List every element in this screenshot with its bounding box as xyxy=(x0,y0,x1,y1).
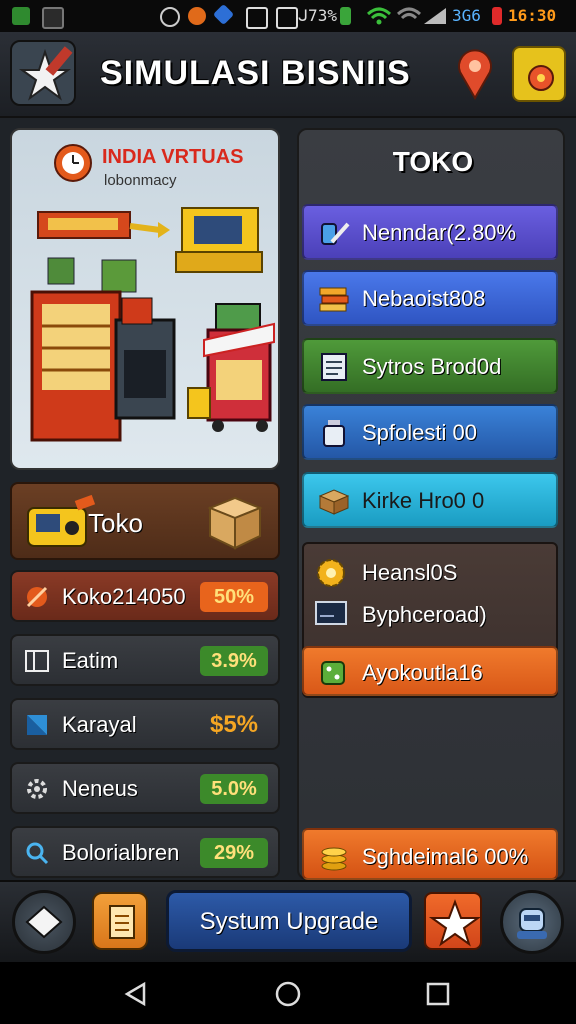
gear-icon xyxy=(27,779,47,799)
settings-button[interactable] xyxy=(512,46,566,102)
sub-item-byphceroad[interactable]: Byphceroad) xyxy=(362,602,487,628)
app-header: SIMULASI BISNIIS xyxy=(0,32,576,118)
bottom-toolbar: Systum Upgrade xyxy=(0,880,576,962)
toko-label: Toko xyxy=(88,508,143,538)
list-item-label: Koko214050 xyxy=(62,584,186,609)
list-item-label: Neneus xyxy=(62,776,138,801)
system-upgrade-label: Systum Upgrade xyxy=(199,908,379,935)
shield-icon xyxy=(212,3,235,26)
map-pin-icon xyxy=(458,49,492,101)
gallery-notification-icon xyxy=(42,7,64,29)
network-type-text: 3G6 xyxy=(452,6,481,25)
shop-button-nebaoist[interactable]: Nebaoist808 xyxy=(302,270,558,326)
search-icon xyxy=(26,842,49,865)
percent-badge: 5.0% xyxy=(200,774,268,804)
shop-button-sghdeimal[interactable]: Sghdeimal6 00% xyxy=(302,828,558,880)
store-illustration-card: INDIA VRTUAS lobonmacy xyxy=(10,128,280,470)
recents-icon[interactable] xyxy=(424,980,452,1008)
brand-subtitle: lobonmacy xyxy=(104,172,177,189)
dice-icon xyxy=(321,661,345,685)
profile-button[interactable] xyxy=(500,890,564,954)
shop-button-spfolesti[interactable]: Spfolesti 00 xyxy=(302,404,558,460)
back-icon[interactable] xyxy=(122,980,150,1008)
percent-badge: 50% xyxy=(200,582,268,612)
sub-item-heansl[interactable]: Heansl0S xyxy=(362,560,457,586)
list-item-eatim[interactable]: Eatim 3.9% xyxy=(10,634,280,686)
cell-signal-icon xyxy=(424,8,446,24)
document-icon xyxy=(321,353,347,381)
shop-button-label: Nenndar(2.80% xyxy=(362,220,517,245)
percent-badge: 29% xyxy=(200,838,268,868)
location-button[interactable] xyxy=(452,46,498,102)
percent-badge: $5% xyxy=(209,711,259,738)
clock-logo-icon xyxy=(54,144,92,182)
shop-button-label: Ayokoutla16 xyxy=(362,660,483,685)
page-title: SIMULASI BISNIIS xyxy=(100,54,411,92)
wifi-icon xyxy=(366,7,392,25)
menu-logo-button[interactable] xyxy=(10,40,76,106)
screenshot-icon xyxy=(276,7,298,29)
store-illustration xyxy=(30,207,275,442)
clock: 16:30 xyxy=(508,6,557,25)
favorite-button[interactable] xyxy=(424,892,482,950)
bottle-icon xyxy=(323,420,345,447)
grid-icon xyxy=(25,650,49,672)
brand-title: INDIA VRTUAS xyxy=(102,146,244,168)
battery-icon xyxy=(340,7,351,25)
status-bar: ᒍ73% 3G6 16:30 xyxy=(0,0,576,32)
battery-percent-text: ᒍ73% xyxy=(298,6,337,25)
sync-icon xyxy=(160,7,180,27)
clipboard-button[interactable] xyxy=(92,892,148,950)
wifi-off-icon xyxy=(396,7,422,20)
star-icon xyxy=(428,899,482,947)
flag-icon xyxy=(27,715,47,735)
gear-coin-icon xyxy=(317,559,345,587)
shop-button-label: Spfolesti 00 xyxy=(362,420,477,445)
box-icon xyxy=(207,496,263,550)
battery-low-icon xyxy=(492,7,502,25)
toko-card[interactable]: Toko xyxy=(10,482,280,560)
system-nav-bar xyxy=(0,962,576,1024)
list-item-neneus[interactable]: Neneus 5.0% xyxy=(10,762,280,814)
shop-button-sytros[interactable]: Sytros Brod0d xyxy=(302,338,558,394)
list-item-karayal[interactable]: Karayal $5% xyxy=(10,698,280,750)
coins-icon xyxy=(321,847,347,871)
gear-badge-icon xyxy=(528,65,554,91)
shop-button-label: Nebaoist808 xyxy=(362,286,486,311)
clipboard-icon xyxy=(109,905,135,939)
calendar-icon xyxy=(246,7,268,29)
list-item-label: Bolorialbren xyxy=(62,840,180,865)
tools-icon xyxy=(321,222,350,245)
shop-button-label: Sytros Brod0d xyxy=(362,354,502,379)
app-notification-icon xyxy=(12,7,30,25)
stack-icon xyxy=(319,287,349,312)
shop-button-kirke[interactable]: Kirke Hro0 0 xyxy=(302,472,558,528)
shop-button-nenndar[interactable]: Nenndar(2.80% xyxy=(302,204,558,260)
list-item-label: Karayal xyxy=(62,712,137,737)
monitor-icon xyxy=(315,601,347,625)
percent-badge: 3.9% xyxy=(200,646,268,676)
diamond-icon xyxy=(25,905,63,939)
comet-icon xyxy=(26,586,48,608)
system-upgrade-button[interactable]: Systum Upgrade xyxy=(166,890,412,952)
list-item-koko[interactable]: Koko214050 50% xyxy=(10,570,280,622)
home-diamond-button[interactable] xyxy=(12,890,76,954)
list-item-label: Eatim xyxy=(62,648,119,673)
shop-button-label: Kirke Hro0 0 xyxy=(362,488,485,513)
panel-title: TOKO xyxy=(392,146,474,177)
box-icon xyxy=(318,489,350,515)
shop-button-ayokoutla[interactable]: Ayokoutla16 xyxy=(302,646,558,696)
robot-avatar-icon xyxy=(517,908,547,939)
shop-button-label: Sghdeimal6 00% xyxy=(362,844,529,869)
cash-register-icon xyxy=(27,494,96,547)
list-item-bolorialbren[interactable]: Bolorialbren 29% xyxy=(10,826,280,878)
firefox-icon xyxy=(188,7,206,25)
star-rocket-icon xyxy=(18,46,73,101)
home-icon[interactable] xyxy=(274,980,302,1008)
